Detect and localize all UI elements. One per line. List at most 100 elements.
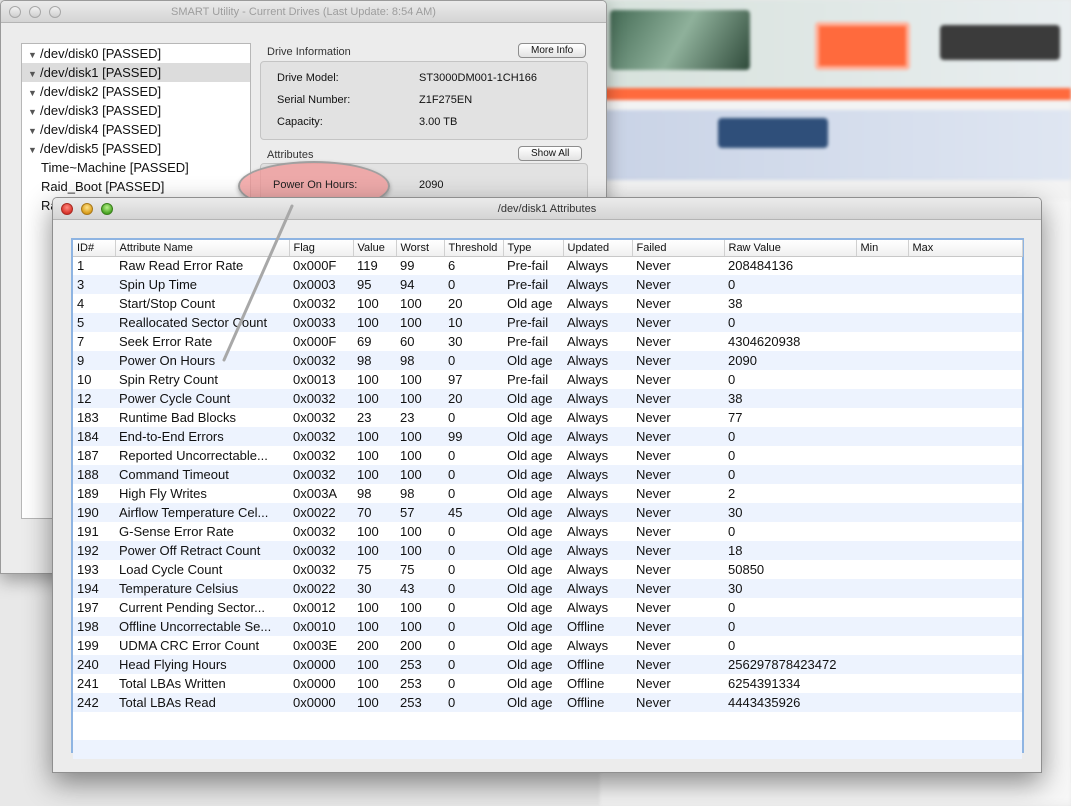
table-row[interactable]: 191 G-Sense Error Rate 0x0032 100 100 0 Old ag… [73,522,1022,541]
table-cell: Never [636,334,671,349]
table-cell: Never [636,372,671,387]
table-cell: 0 [724,465,856,484]
table-cell: Never [632,655,724,674]
table-row[interactable]: 4 Start/Stop Count 0x0032 100 100 20 Old age Al… [73,294,1022,313]
table-cell [908,655,1022,674]
table-cell [908,617,1022,636]
table-cell: 1 [77,258,85,274]
table-row[interactable]: 9 Power On Hours 0x0032 98 98 0 Old age Always N… [73,351,1022,370]
attr-minimize-button[interactable] [81,203,93,215]
column-header[interactable]: Value [353,240,397,257]
table-cell: Never [636,600,671,615]
table-cell: 18 [724,541,856,560]
table-cell: Old age [507,638,553,653]
column-header[interactable]: Type [503,240,564,257]
drive-list-item[interactable]: Raid_Boot [PASSED] [22,177,250,196]
column-header[interactable]: Worst [396,240,445,257]
drive-info-label: Capacity: [277,116,323,128]
table-row[interactable]: 190 Airflow Temperature Cel... 0x0022 70 57 4… [73,503,1022,522]
table-cell: Offline [563,655,632,674]
column-header[interactable]: ID# [73,240,116,257]
table-cell: 12 [73,389,115,408]
empty-cell [73,712,1022,740]
drive-label: /dev/disk4 [PASSED] [40,122,162,137]
table-row[interactable]: 242 Total LBAs Read 0x0000 100 253 0 Old age Of… [73,693,1022,712]
attr-close-button[interactable] [61,203,73,215]
table-cell: End-to-End Errors [115,427,289,446]
attributes-table-frame[interactable]: ID# Attribute Name Flag Value Worst Threshold… [71,238,1024,759]
drive-list-item[interactable]: ▼/dev/disk2 [PASSED] [22,82,250,101]
table-cell: 100 [396,389,444,408]
column-header[interactable]: Raw Value [724,240,857,257]
table-row[interactable]: 189 High Fly Writes 0x003A 98 98 0 Old age Alwa… [73,484,1022,503]
table-row[interactable]: 183 Runtime Bad Blocks 0x0032 23 23 0 Old age A… [73,408,1022,427]
close-button[interactable] [9,6,21,18]
drive-list-item[interactable]: ▼/dev/disk4 [PASSED] [22,120,250,139]
table-cell: 0 [444,617,503,636]
table-cell: Always [563,465,632,484]
table-cell: Never [632,465,724,484]
column-header[interactable]: Min [856,240,909,257]
table-cell: 100 [353,617,396,636]
table-row[interactable]: 187 Reported Uncorrectable... 0x0032 100 100… [73,446,1022,465]
table-cell: 192 [73,541,115,560]
column-header[interactable]: Flag [289,240,354,257]
column-header[interactable]: Attribute Name [115,240,290,257]
table-row[interactable]: 240 Head Flying Hours 0x0000 100 253 0 Old age… [73,655,1022,674]
more-info-button[interactable]: More Info [518,43,587,58]
attr-window-controls [61,203,113,215]
table-row[interactable]: 10 Spin Retry Count 0x0013 100 100 97 Pre-fail… [73,370,1022,389]
zoom-button[interactable] [49,6,61,18]
show-all-button[interactable]: Show All [518,146,583,161]
table-row[interactable]: 198 Offline Uncorrectable Se... 0x0010 100 1… [73,617,1022,636]
table-cell: 97 [448,372,463,387]
disclosure-triangle-icon[interactable]: ▼ [28,141,40,160]
table-row[interactable]: 192 Power Off Retract Count 0x0032 100 100 0 O… [73,541,1022,560]
table-cell: Never [632,275,724,294]
table-row[interactable]: 241 Total LBAs Written 0x0000 100 253 0 Old ag… [73,674,1022,693]
table-row[interactable]: 194 Temperature Celsius 0x0022 30 43 0 Old age… [73,579,1022,598]
table-row[interactable]: 12 Power Cycle Count 0x0032 100 100 20 Old age… [73,389,1022,408]
table-cell [856,541,908,560]
attr-zoom-button[interactable] [101,203,113,215]
table-row[interactable]: 188 Command Timeout 0x0032 100 100 0 Old age Al… [73,465,1022,484]
table-row[interactable]: 3 Spin Up Time 0x0003 95 94 0 Pre-fail Always Ne… [73,275,1022,294]
table-cell: 0x0003 [289,275,353,294]
column-header[interactable]: Updated [563,240,633,257]
table-cell: Current Pending Sector... [119,600,265,615]
table-cell: Old age [507,448,553,463]
table-cell: 38 [724,389,856,408]
table-cell: 253 [400,676,422,691]
table-cell [908,693,1022,712]
table-cell: 0 [444,579,503,598]
table-cell: Old age [507,676,553,691]
table-row[interactable]: 193 Load Cycle Count 0x0032 75 75 0 Old age Alw… [73,560,1022,579]
table-cell: 0x000F [293,334,337,349]
table-cell: Start/Stop Count [119,296,216,311]
table-cell: 10 [77,372,92,387]
column-header[interactable]: Max [908,240,1023,257]
table-row[interactable]: 7 Seek Error Rate 0x000F 69 60 30 Pre-fail Alwa… [73,332,1022,351]
table-row[interactable]: 5 Reallocated Sector Count 0x0033 100 100 10 P… [73,313,1022,332]
column-header[interactable]: Threshold [444,240,504,257]
table-cell: Pre-fail [507,372,549,387]
table-row[interactable]: 1 Raw Read Error Rate 0x000F 119 99 6 Pre-fail… [73,256,1022,275]
table-cell: 0 [444,655,503,674]
table-row[interactable]: 197 Current Pending Sector... 0x0012 100 100… [73,598,1022,617]
table-row[interactable]: 184 End-to-End Errors 0x0032 100 100 99 Old ag… [73,427,1022,446]
drive-list-item[interactable]: ▼/dev/disk5 [PASSED] [22,139,250,158]
drive-list-item[interactable]: ▼/dev/disk3 [PASSED] [22,101,250,120]
table-cell: 100 [357,296,379,311]
drive-list-item[interactable]: ▼/dev/disk0 [PASSED] [22,44,250,63]
table-cell: 189 [77,486,99,501]
minimize-button[interactable] [29,6,41,18]
drive-list-item[interactable]: Time~Machine [PASSED] [22,158,250,177]
table-cell: Old age [507,296,553,311]
table-row[interactable]: 199 UDMA CRC Error Count 0x003E 200 200 0 Old … [73,636,1022,655]
drive-list-item[interactable]: ▼/dev/disk1 [PASSED] [22,63,250,82]
column-header[interactable]: Failed [632,240,725,257]
table-cell: 30 [724,503,856,522]
table-cell: 199 [77,638,99,653]
table-cell [856,636,908,655]
table-cell [856,674,908,693]
